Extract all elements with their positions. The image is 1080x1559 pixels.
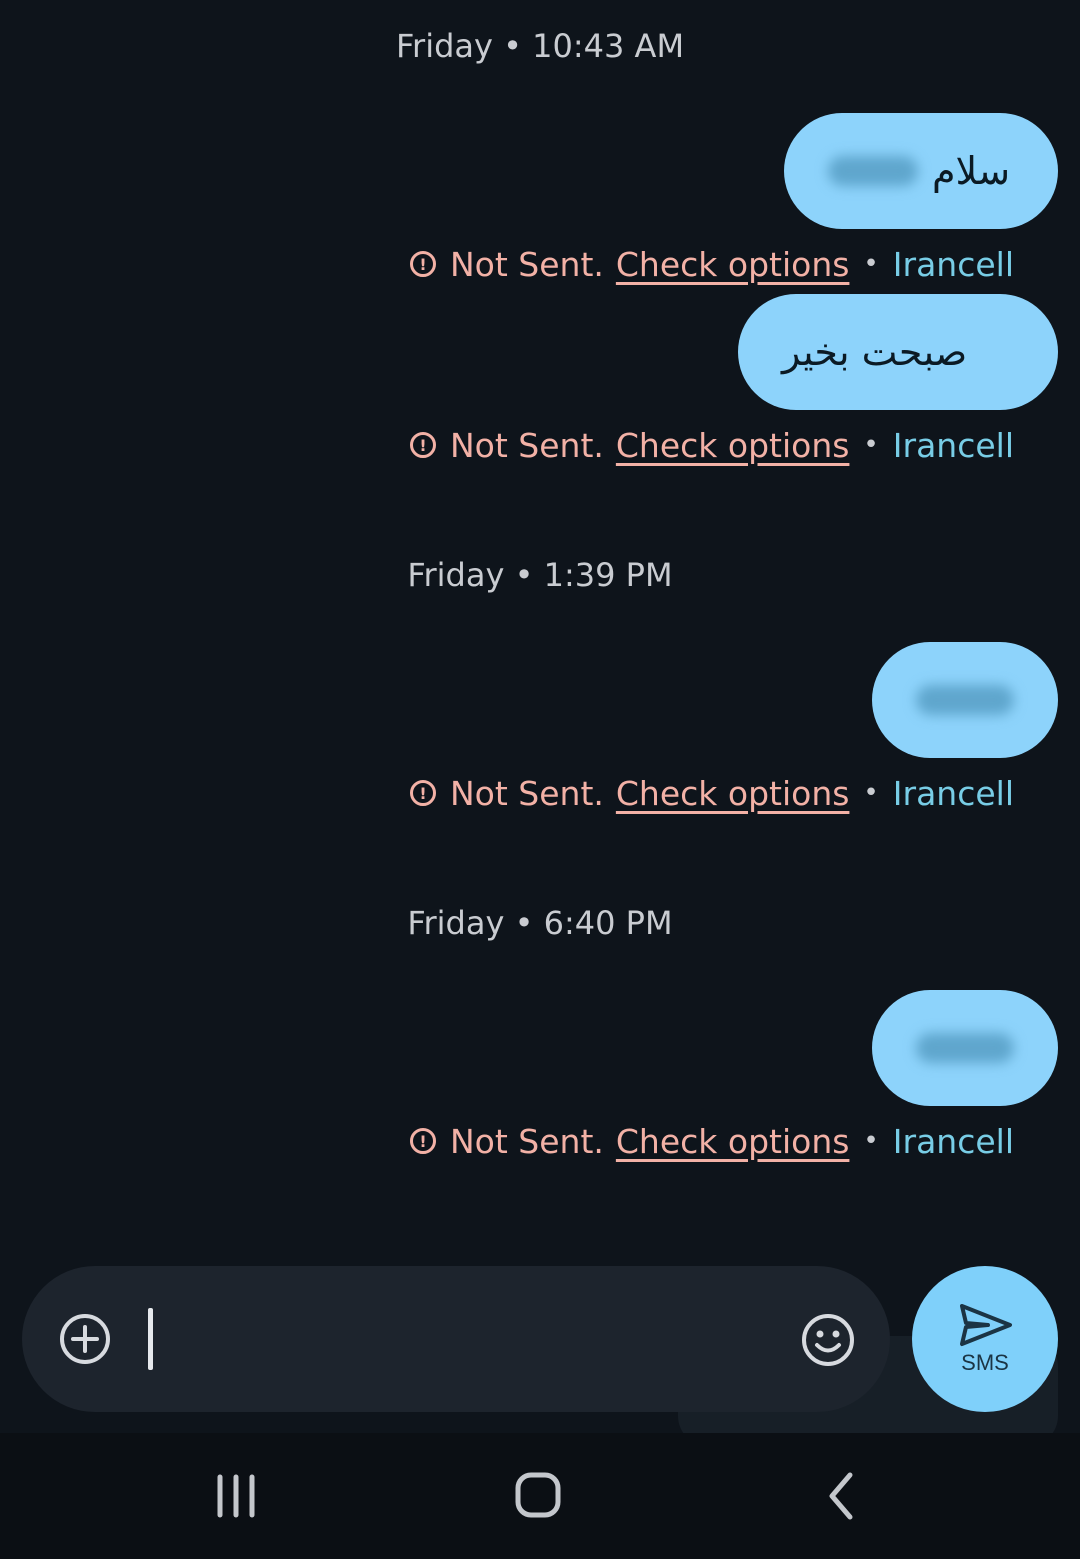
timestamp: Friday • 6:40 PM (407, 904, 673, 942)
recents-button[interactable] (206, 1471, 266, 1521)
recents-icon (217, 1474, 255, 1518)
timestamp: Friday • 10:43 AM (395, 27, 685, 65)
separator-dot: • (863, 778, 879, 808)
send-icon (960, 1304, 1012, 1346)
check-options-link[interactable]: Check options (616, 774, 850, 813)
message-text: سلام (932, 149, 1011, 193)
separator-dot: • (863, 249, 879, 279)
timestamp: Friday • 1:39 PM (407, 556, 673, 594)
carrier-label: Irancell (892, 1121, 1014, 1161)
alert-circle-icon: ! (409, 432, 436, 458)
messages-screen: Friday • 10:43 AM سلام ! Not Sent. Check… (0, 0, 1080, 1559)
send-sms-button[interactable]: SMS (912, 1266, 1058, 1412)
redacted-text (916, 685, 1014, 715)
back-button[interactable] (812, 1471, 872, 1521)
redacted-text (828, 156, 918, 186)
message-status: ! Not Sent. Check options • Irancell (409, 1119, 1014, 1163)
not-sent-label: Not Sent. (449, 244, 604, 284)
home-button[interactable] (508, 1471, 568, 1521)
carrier-label: Irancell (892, 773, 1014, 813)
separator-dot: • (863, 1126, 879, 1156)
back-icon (829, 1472, 853, 1520)
alert-circle-icon: ! (409, 251, 436, 277)
compose-bar (22, 1266, 890, 1412)
send-mode-label: SMS (961, 1350, 1009, 1375)
add-circle-icon (60, 1314, 110, 1364)
emoji-button[interactable] (800, 1312, 856, 1368)
carrier-label: Irancell (892, 425, 1014, 465)
message-text: صبحت بخیر (782, 330, 968, 374)
message-bubble[interactable] (872, 642, 1058, 758)
alert-circle-icon: ! (409, 1128, 436, 1154)
carrier-label: Irancell (892, 244, 1014, 284)
not-sent-label: Not Sent. (449, 1121, 604, 1161)
message-bubble[interactable]: صبحت بخیر (738, 294, 1058, 410)
check-options-link[interactable]: Check options (616, 245, 850, 284)
system-navigation-bar (0, 1433, 1080, 1559)
home-icon (515, 1472, 561, 1518)
message-status: ! Not Sent. Check options • Irancell (409, 242, 1014, 286)
message-status: ! Not Sent. Check options • Irancell (409, 771, 1014, 815)
check-options-link[interactable]: Check options (616, 1122, 850, 1161)
add-attachment-button[interactable] (58, 1312, 112, 1366)
not-sent-label: Not Sent. (449, 773, 604, 813)
message-bubble[interactable] (872, 990, 1058, 1106)
message-input[interactable] (146, 1302, 790, 1378)
check-options-link[interactable]: Check options (616, 426, 850, 465)
message-bubble[interactable]: سلام (784, 113, 1058, 229)
not-sent-label: Not Sent. (449, 425, 604, 465)
message-status: ! Not Sent. Check options • Irancell (409, 423, 1014, 467)
redacted-text (916, 1033, 1014, 1063)
alert-circle-icon: ! (409, 780, 436, 806)
text-cursor (148, 1308, 153, 1370)
emoji-icon (802, 1314, 854, 1366)
separator-dot: • (863, 430, 879, 460)
